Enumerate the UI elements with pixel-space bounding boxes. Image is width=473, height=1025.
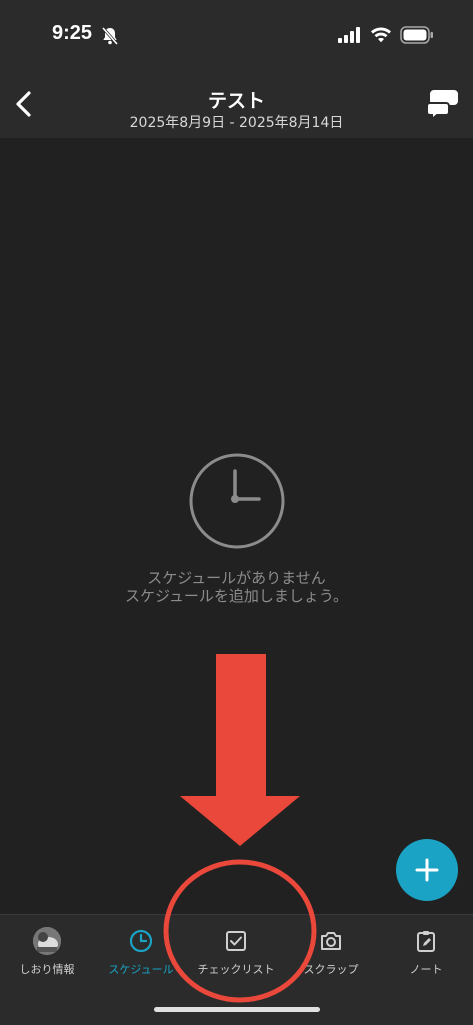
wifi-icon [371, 27, 391, 43]
camera-icon [321, 932, 341, 950]
status-bar: 9:25 [0, 0, 473, 70]
chat-icon[interactable] [426, 88, 462, 122]
tab-label: しおり情報 [19, 963, 75, 976]
add-schedule-button[interactable] [396, 839, 458, 901]
avatar [33, 927, 61, 955]
battery-icon [400, 26, 433, 44]
tab-label: ノート [409, 963, 443, 976]
tab-shiori-info[interactable]: しおり情報 [0, 927, 94, 985]
clock-icon [129, 929, 153, 953]
annotation-circle [163, 859, 317, 1003]
empty-state-hint: スケジュールを追加しましょう。 [124, 587, 349, 605]
annotation-arrow [180, 654, 300, 846]
page-title: テスト [207, 90, 265, 112]
tab-note[interactable]: ノート [379, 929, 473, 985]
note-icon [417, 931, 435, 952]
plus-icon [415, 858, 439, 882]
status-time: 9:25 [52, 22, 93, 44]
signal-icon [338, 27, 360, 43]
bell-muted-icon [101, 27, 119, 45]
header: テスト 2025年8月9日 - 2025年8月14日 [0, 70, 473, 138]
clock-icon [189, 453, 285, 549]
trip-date-range: 2025年8月9日 - 2025年8月14日 [129, 115, 344, 131]
home-indicator [154, 1007, 320, 1012]
